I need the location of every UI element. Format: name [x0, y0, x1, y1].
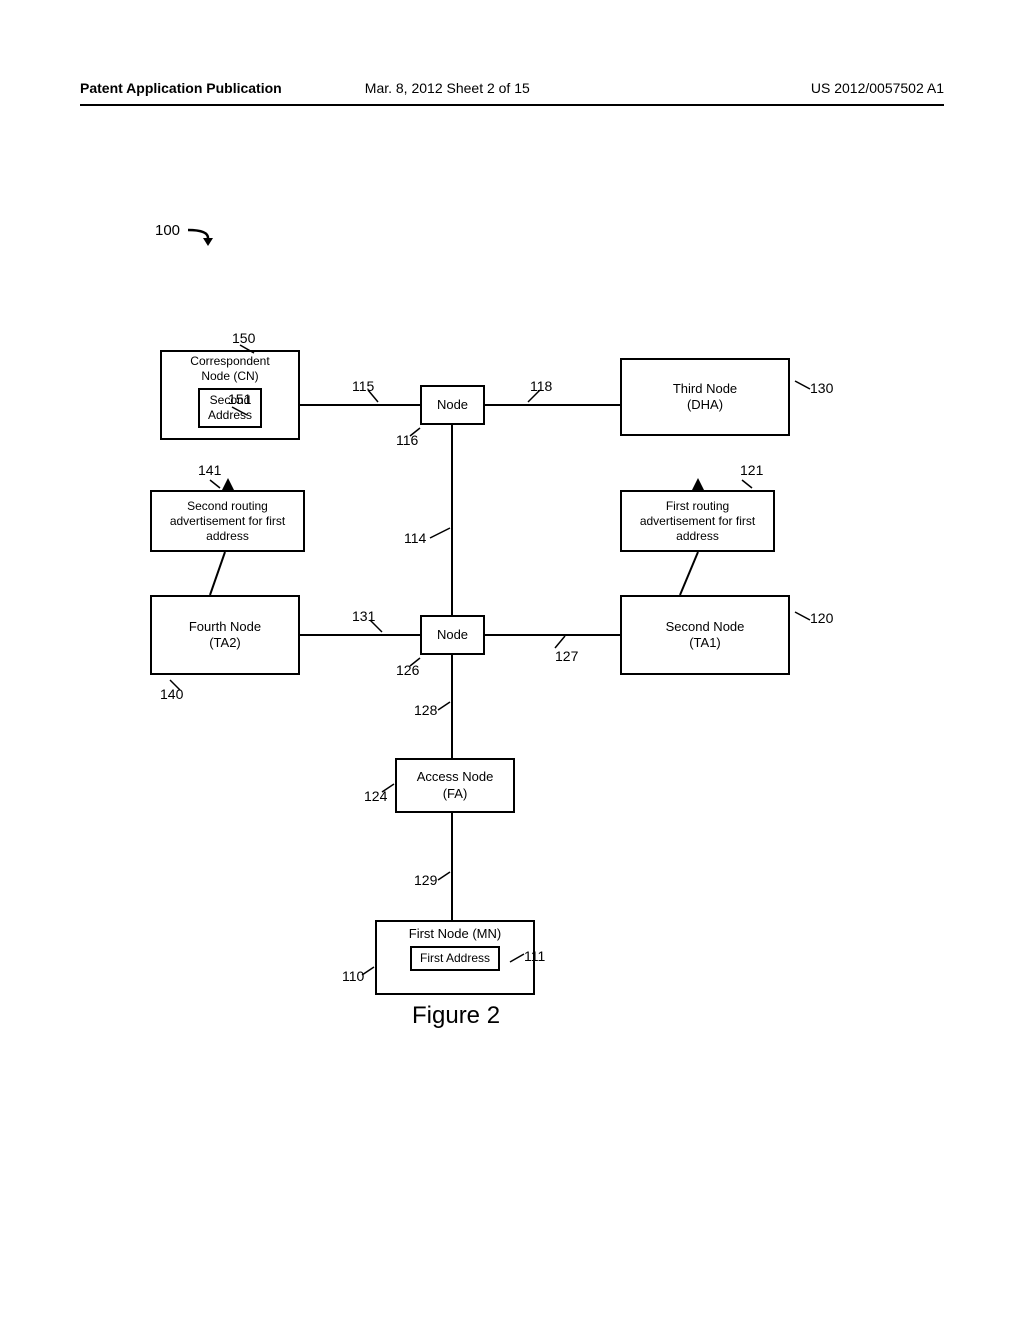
node-fa-label: Access Node (FA)	[417, 769, 494, 802]
ref-routing2: 141	[198, 462, 221, 478]
ref-e129: 129	[414, 872, 437, 888]
node-dha: Third Node (DHA)	[620, 358, 790, 436]
ref-e114: 114	[404, 530, 426, 546]
node-ta1-label: Second Node (TA1)	[666, 619, 745, 652]
node-mn-label: First Node (MN)	[409, 926, 501, 942]
ref-ta1: 120	[810, 610, 833, 626]
pub-date-sheet: Mar. 8, 2012 Sheet 2 of 15	[282, 80, 613, 96]
ref-cn: 150	[232, 330, 255, 346]
ref-system: 100	[155, 222, 180, 239]
node-ta2-label: Fourth Node (TA2)	[189, 619, 261, 652]
node-ta2: Fourth Node (TA2)	[150, 595, 300, 675]
first-address-box: First Address	[410, 946, 500, 971]
node-fa: Access Node (FA)	[395, 758, 515, 813]
ref-mid-node: 126	[396, 662, 419, 678]
ref-second-address: 151	[228, 391, 251, 407]
node-ta1: Second Node (TA1)	[620, 595, 790, 675]
ref-ta2: 140	[160, 686, 183, 702]
ref-routing1: 121	[740, 462, 763, 478]
node-dha-label: Third Node (DHA)	[673, 381, 737, 414]
routing-adv-2: Second routing advertisement for first a…	[150, 490, 305, 552]
ref-e131: 131	[352, 608, 375, 624]
figure-caption: Figure 2	[412, 1002, 500, 1030]
ref-e128: 128	[414, 702, 437, 718]
ref-dha: 130	[810, 380, 833, 396]
ref-mn: 110	[342, 968, 364, 984]
ref-e127: 127	[555, 648, 578, 664]
node-mn: First Node (MN) First Address	[375, 920, 535, 995]
routing-adv-2-label: Second routing advertisement for first a…	[170, 499, 285, 544]
node-mid-label: Node	[437, 627, 468, 643]
node-top-label: Node	[437, 397, 468, 413]
routing-adv-1-label: First routing advertisement for first ad…	[640, 499, 755, 544]
node-mid: Node	[420, 615, 485, 655]
ref-top-node: 116	[396, 432, 418, 448]
pub-number: US 2012/0057502 A1	[613, 80, 944, 96]
node-top: Node	[420, 385, 485, 425]
ref-fa: 124	[364, 788, 387, 804]
ref-first-address: 111	[524, 948, 545, 964]
ref-e118: 118	[530, 378, 552, 394]
node-correspondent-label: Correspondent Node (CN)	[190, 354, 269, 384]
ref-e115: 115	[352, 378, 374, 394]
header-rule	[80, 104, 944, 106]
routing-adv-1: First routing advertisement for first ad…	[620, 490, 775, 552]
page-header: Patent Application Publication Mar. 8, 2…	[0, 80, 1024, 96]
pub-type: Patent Application Publication	[80, 80, 282, 96]
